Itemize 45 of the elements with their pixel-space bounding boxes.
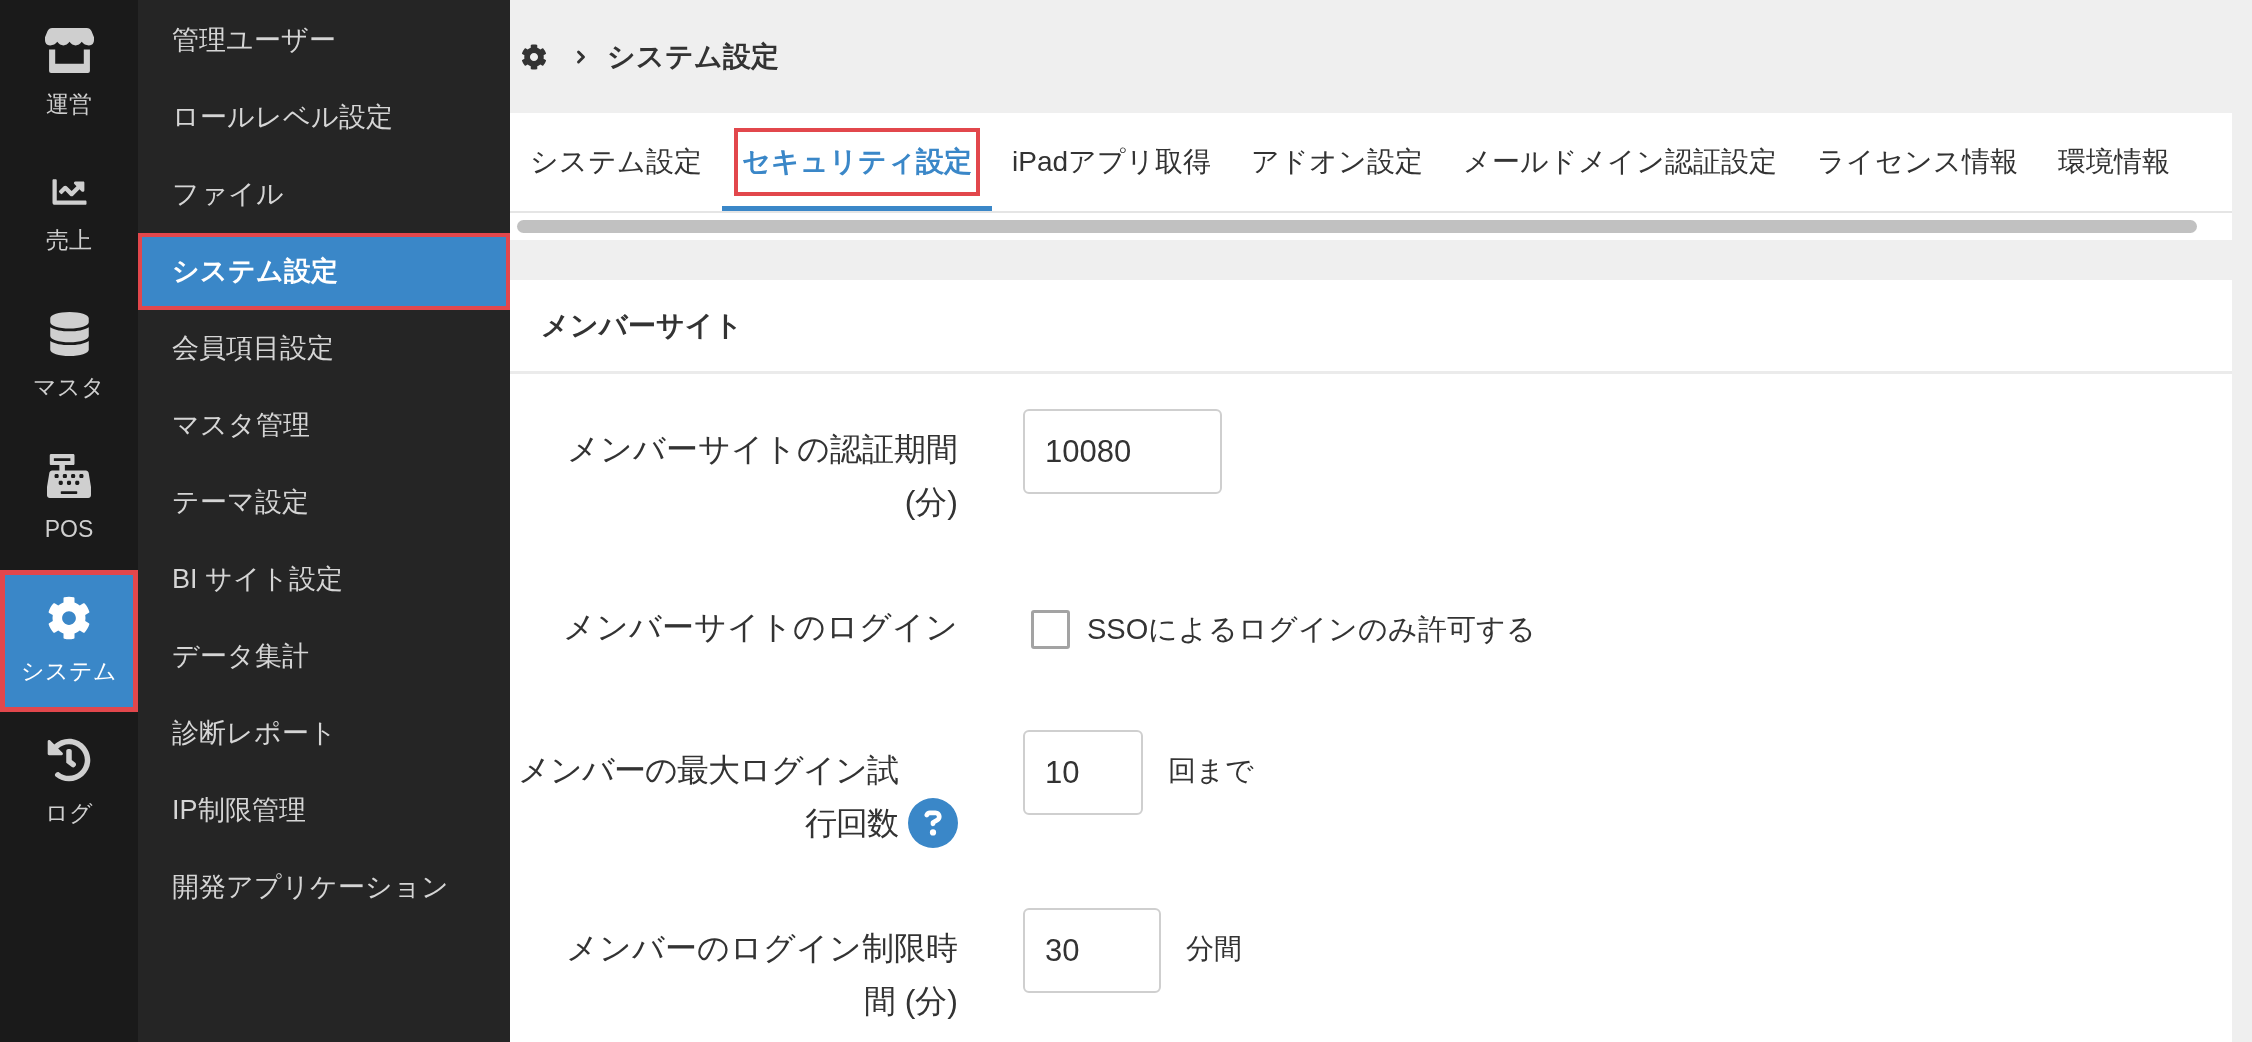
section-title: メンバーサイト [541,308,743,343]
sidebar-item[interactable]: ファイル [138,156,510,233]
nav-rail-item[interactable]: 運営 [0,2,138,144]
sidebar-item[interactable]: 会員項目設定 [138,310,510,387]
tab[interactable]: システム設定 [510,113,722,211]
tab[interactable]: ライセンス情報 [1797,113,2039,211]
number-input[interactable]: 30 [1023,908,1161,993]
tab[interactable]: メールドメイン認証設定 [1443,113,1798,211]
settings-icon [47,596,91,640]
settings-icon[interactable] [521,43,547,70]
store-icon [44,27,94,73]
sidebar-item[interactable]: テーマ設定 [138,464,510,541]
field-label: メンバーの最大ログイン試行回数 [517,751,898,843]
help-icon[interactable] [908,798,958,848]
field-label: メンバーサイトの認証期間 (分) [567,431,958,520]
scrollbar-thumb[interactable] [517,220,2197,233]
database-icon [49,312,89,356]
breadcrumb-current: システム設定 [607,39,779,74]
sidebar-item[interactable]: システム設定 [138,233,510,310]
nav-rail-item[interactable]: 売上 [0,144,138,286]
nav-rail-item[interactable]: マスタ [0,286,138,428]
field-label: メンバーサイトのログイン [563,609,958,645]
sidebar-item[interactable]: 診断レポート [138,695,510,772]
sidebar-item[interactable]: IP制限管理 [138,772,510,849]
unit-label: 分間 [1186,931,1242,966]
number-input[interactable]: 10080 [1023,409,1222,494]
sidebar-item[interactable]: マスタ管理 [138,387,510,464]
sidebar-item[interactable]: ロールレベル設定 [138,79,510,156]
unit-label: 回まで [1168,753,1254,788]
tab[interactable]: iPadアプリ取得 [992,113,1232,211]
sidebar-item[interactable]: 開発アプリケーション [138,849,510,926]
checkbox-label: SSOによるログインのみ許可する [1087,611,1537,647]
tab[interactable]: 環境情報 [2038,113,2191,211]
nav-rail-item[interactable]: POS [0,428,138,570]
history-icon [47,738,91,782]
tab[interactable]: アドオン設定 [1231,113,1444,211]
sidebar-item[interactable]: 管理ユーザー [138,2,510,79]
cash-register-icon [47,454,91,498]
sidebar-item[interactable]: BI サイト設定 [138,541,510,618]
nav-rail-item[interactable]: ログ [0,712,138,854]
sidebar-item[interactable]: データ集計 [138,618,510,695]
number-input[interactable]: 10 [1023,730,1143,815]
checkbox[interactable] [1031,610,1070,649]
field-label: メンバーのログイン制限時間 (分) [566,930,958,1019]
nav-rail-item[interactable]: システム [0,570,138,712]
